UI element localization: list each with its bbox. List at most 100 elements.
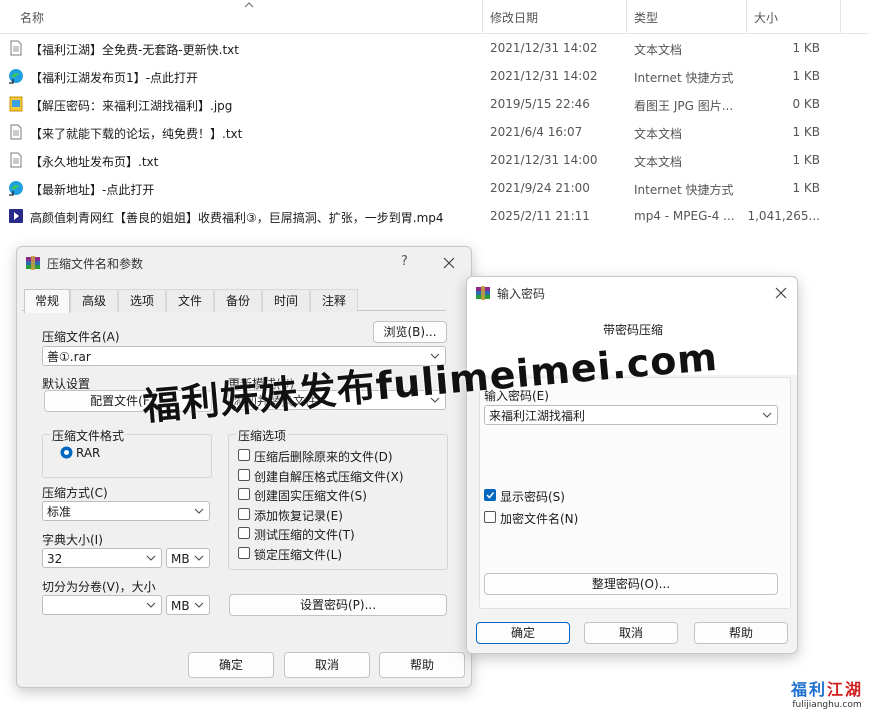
tab-5[interactable]: 时间 — [262, 289, 310, 312]
file-name: 高颜值刺青网红【善良的姐姐】收费福利③，巨屌搞洞、扩张，一步到胃.mp4 — [30, 211, 444, 225]
column-name[interactable]: 名称 — [20, 9, 44, 26]
image-file-icon — [8, 96, 24, 112]
chevron-down-icon — [194, 508, 204, 514]
password-dialog-title: 输入密码 — [497, 287, 546, 301]
option-checkbox[interactable] — [238, 488, 250, 500]
edge-shortcut-icon — [8, 180, 24, 196]
format-rar-label: RAR — [76, 446, 101, 460]
browse-button[interactable]: 浏览(B)... — [373, 321, 447, 343]
pw-help-button[interactable]: 帮助 — [694, 622, 788, 644]
help-button[interactable]: 帮助 — [379, 652, 465, 678]
file-row[interactable]: 【福利江湖发布页1】-点此打开 2021/12/31 14:02 Internet … — [0, 62, 869, 90]
tab-2[interactable]: 选项 — [118, 289, 166, 312]
option-label: 测试压缩的文件(T) — [254, 528, 355, 542]
file-size: 1 KB — [792, 69, 820, 83]
dict-size-select[interactable]: 32 — [42, 548, 162, 568]
file-row[interactable]: 高颜值刺青网红【善良的姐姐】收费福利③，巨屌搞洞、扩张，一步到胃.mp4 2025… — [0, 202, 869, 230]
method-select[interactable]: 标准 — [42, 501, 210, 521]
format-label: 压缩文件格式 — [50, 427, 127, 444]
text-file-icon — [8, 152, 24, 168]
ok-button[interactable]: 确定 — [188, 652, 274, 678]
chevron-down-icon — [146, 602, 156, 608]
split-size-select[interactable] — [42, 595, 162, 615]
chevron-down-icon — [146, 555, 156, 561]
file-name: 【解压密码：来福利江湖找福利】.jpg — [30, 99, 233, 113]
dict-label: 字典大小(I) — [42, 533, 103, 547]
file-name: 【最新地址】-点此打开 — [30, 183, 155, 197]
file-date: 2025/2/11 21:11 — [490, 209, 590, 223]
help-icon[interactable]: ? — [401, 254, 408, 269]
pw-cancel-button[interactable]: 取消 — [584, 622, 678, 644]
winrar-icon — [26, 256, 40, 270]
file-type: 看图王 JPG 图片... — [634, 99, 734, 113]
file-name: 【福利江湖】全免费-无套路-更新快.txt — [30, 43, 239, 57]
close-icon[interactable] — [443, 257, 455, 269]
column-date[interactable]: 修改日期 — [490, 9, 538, 26]
option-label: 添加恢复记录(E) — [254, 508, 343, 523]
file-size: 1 KB — [792, 153, 820, 167]
column-size[interactable]: 大小 — [754, 9, 778, 26]
file-date: 2021/12/31 14:02 — [490, 41, 598, 55]
radio-rar[interactable] — [60, 446, 73, 459]
edge-shortcut-icon — [8, 68, 24, 84]
pw-ok-button[interactable]: 确定 — [476, 622, 570, 644]
file-row[interactable]: 【来了就能下载的论坛，纯免费！】.txt 2021/6/4 16:07 文本文档 1 … — [0, 118, 869, 146]
file-size: 1 KB — [792, 181, 820, 195]
option-checkbox[interactable] — [238, 468, 250, 481]
file-row[interactable]: 【永久地址发布页】.txt 2021/12/31 14:00 文本文档 1 KB — [0, 146, 869, 174]
option-label: 创建自解压格式压缩文件(X) — [254, 469, 404, 484]
file-date: 2021/9/24 21:00 — [490, 181, 590, 195]
tab-6[interactable]: 注释 — [310, 289, 358, 312]
file-type: Internet 快捷方式 — [634, 183, 734, 197]
tab-0[interactable]: 常规 — [24, 289, 70, 313]
archive-name-label: 压缩文件名(A) — [42, 330, 120, 344]
cancel-button[interactable]: 取消 — [284, 652, 370, 678]
show-password-checkbox[interactable] — [484, 489, 496, 501]
archive-dialog-titlebar[interactable]: 压缩文件名和参数 ? — [17, 247, 471, 279]
file-type: 文本文档 — [634, 127, 683, 141]
file-type: 文本文档 — [634, 155, 683, 169]
file-row[interactable]: 【最新地址】-点此打开 2021/9/24 21:00 Internet 快捷方式 1… — [0, 174, 869, 202]
check-icon — [486, 492, 495, 499]
file-list-header: 名称 修改日期 类型 大小 — [0, 0, 869, 34]
sort-up-icon — [244, 2, 254, 8]
file-size: 1,041,265... — [747, 209, 820, 223]
tab-1[interactable]: 高级 — [70, 289, 118, 312]
organize-passwords-button[interactable]: 整理密码(O)... — [484, 573, 778, 595]
option-label: 锁定压缩文件(L) — [254, 547, 343, 562]
split-label: 切分为分卷(V)，大小 — [42, 580, 156, 594]
encrypt-names-label: 加密文件名(N) — [500, 512, 579, 526]
option-checkbox[interactable] — [238, 449, 250, 461]
video-file-icon — [8, 208, 24, 224]
option-checkbox[interactable] — [238, 507, 250, 520]
file-row[interactable]: 【解压密码：来福利江湖找福利】.jpg 2019/5/15 22:46 看图王 JP… — [0, 90, 869, 118]
file-date: 2021/6/4 16:07 — [490, 125, 583, 139]
file-name: 【来了就能下载的论坛，纯免费！】.txt — [30, 127, 243, 141]
file-date: 2021/12/31 14:02 — [490, 69, 598, 83]
method-label: 压缩方式(C) — [42, 486, 108, 500]
password-input[interactable]: 来福利江湖找福利 — [484, 405, 778, 425]
text-file-icon — [8, 124, 24, 140]
archive-dialog-title: 压缩文件名和参数 — [47, 257, 144, 271]
winrar-icon — [476, 286, 490, 300]
password-dialog-titlebar[interactable]: 输入密码 — [467, 277, 797, 309]
option-checkbox[interactable] — [238, 546, 250, 559]
file-size: 1 KB — [792, 125, 820, 139]
file-row[interactable]: 【福利江湖】全免费-无套路-更新快.txt 2021/12/31 14:02 文本文… — [0, 34, 869, 62]
file-size: 1 KB — [792, 41, 820, 55]
close-icon[interactable] — [775, 287, 787, 299]
set-password-button[interactable]: 设置密码(P)... — [229, 594, 447, 616]
file-name: 【福利江湖发布页1】-点此打开 — [30, 71, 198, 85]
split-unit-select[interactable]: MB — [166, 595, 210, 615]
file-type: mp4 - MPEG-4 ... — [634, 209, 735, 223]
encrypt-names-checkbox[interactable] — [484, 511, 496, 523]
dict-unit-select[interactable]: MB — [166, 548, 210, 568]
column-type[interactable]: 类型 — [634, 9, 658, 26]
file-date: 2019/5/15 22:46 — [490, 97, 590, 111]
file-name: 【永久地址发布页】.txt — [30, 155, 159, 169]
file-type: Internet 快捷方式 — [634, 71, 734, 85]
option-checkbox[interactable] — [238, 527, 250, 539]
tab-3[interactable]: 文件 — [166, 289, 214, 312]
chevron-down-icon — [762, 412, 772, 418]
tab-4[interactable]: 备份 — [214, 289, 262, 312]
